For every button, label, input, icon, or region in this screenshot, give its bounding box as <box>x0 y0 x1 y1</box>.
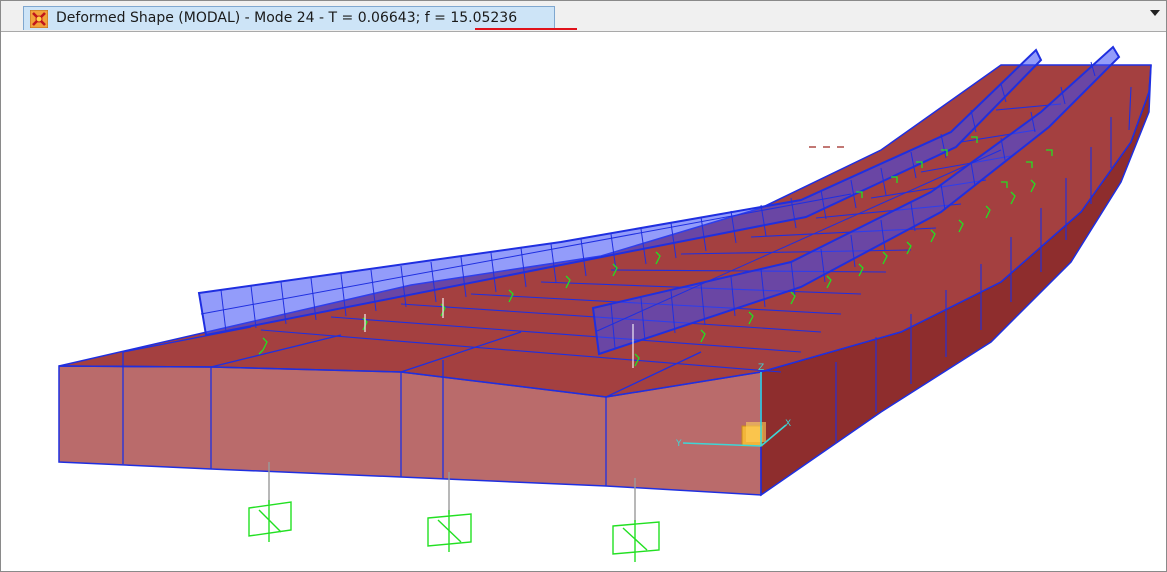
tab-bar: Deformed Shape (MODAL) - Mode 24 - T = 0… <box>1 1 1166 32</box>
model-viewport[interactable]: Z Y X <box>1 32 1166 571</box>
chevron-down-icon[interactable] <box>1150 10 1160 16</box>
modal-shape-icon <box>30 10 48 28</box>
axis-label-y: Y <box>675 439 682 449</box>
deformed-shape-window: Deformed Shape (MODAL) - Mode 24 - T = 0… <box>0 0 1167 572</box>
axis-label-z: Z <box>758 363 764 373</box>
tab-deformed-shape[interactable]: Deformed Shape (MODAL) - Mode 24 - T = 0… <box>23 6 555 30</box>
frequency-highlight-underline <box>475 28 577 30</box>
axis-label-x: X <box>785 419 791 429</box>
tab-title: Deformed Shape (MODAL) - Mode 24 - T = 0… <box>56 10 518 26</box>
bridge-model-canvas[interactable]: Z Y X <box>1 32 1166 571</box>
